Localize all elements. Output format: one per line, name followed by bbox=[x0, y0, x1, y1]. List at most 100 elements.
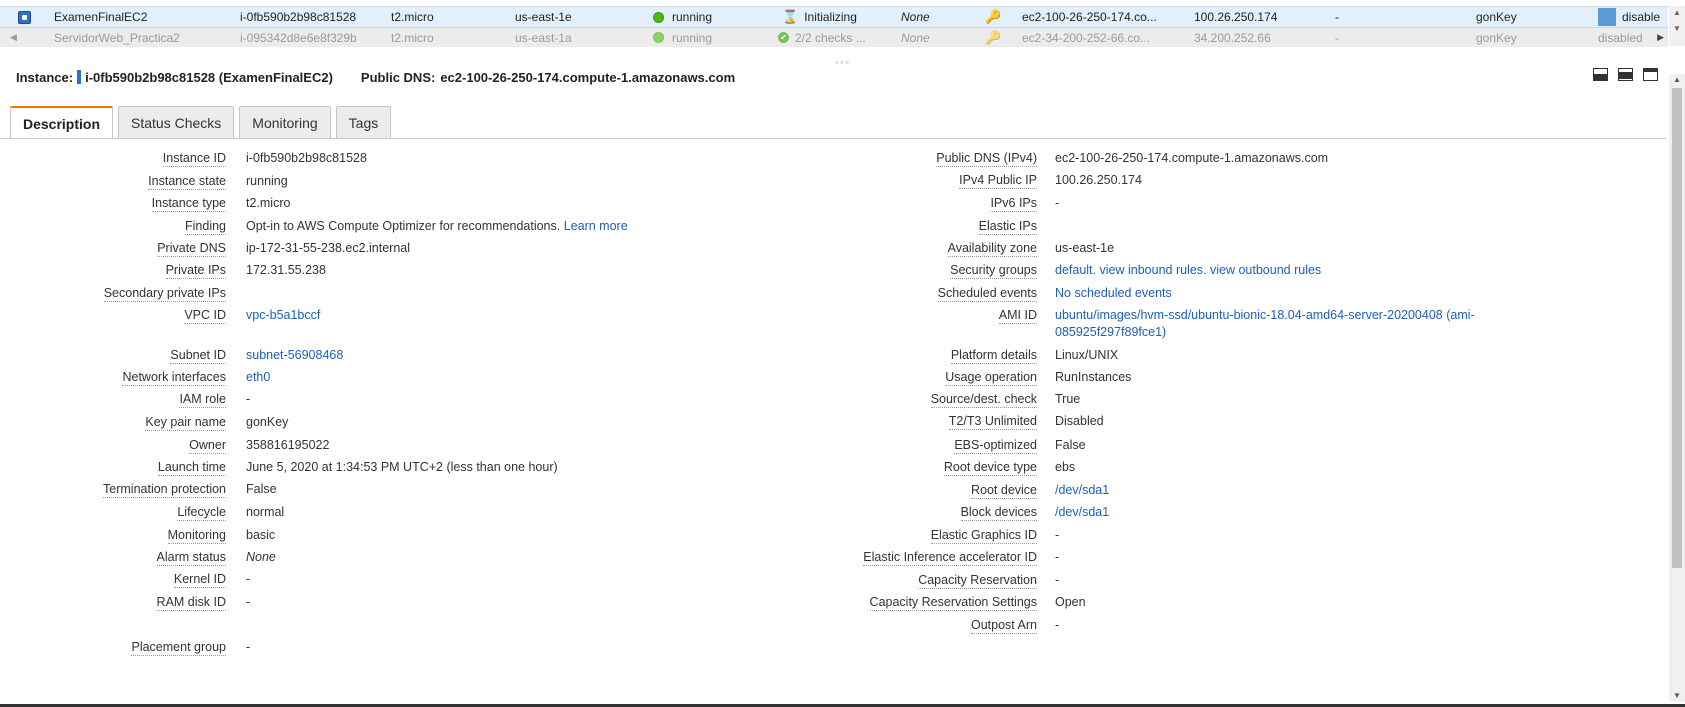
row-checkbox[interactable] bbox=[18, 7, 31, 27]
detail-label: Availability zone bbox=[947, 241, 1037, 257]
status-checks-label: Initializing bbox=[804, 10, 857, 24]
detail-value: - bbox=[1055, 195, 1059, 212]
ipv6-ips: - bbox=[1335, 30, 1339, 45]
scroll-left-icon[interactable]: ◀ bbox=[10, 32, 17, 43]
detail-row-capacity-reservation-settings: Capacity Reservation Settings Open bbox=[0, 593, 1660, 613]
detail-row-ipv6-ips: IPv6 IPs - bbox=[0, 194, 1660, 214]
instance-id: i-0fb590b2b98c81528 bbox=[240, 10, 357, 24]
security-group-link[interactable]: default. bbox=[1055, 263, 1096, 277]
detail-label: Public DNS (IPv4) bbox=[936, 151, 1037, 167]
panel-resize-handle[interactable]: ▫▫▫ bbox=[835, 57, 851, 67]
monitoring-icon bbox=[1598, 8, 1616, 26]
security-group-link[interactable]: view inbound rules. bbox=[1100, 263, 1207, 277]
key-icon: 🔑 bbox=[985, 9, 1002, 24]
running-status-icon bbox=[653, 32, 664, 43]
detail-row-scheduled-events: Scheduled events No scheduled events bbox=[0, 284, 1660, 304]
scroll-right-icon[interactable]: ▶ bbox=[1657, 32, 1664, 43]
detail-value: - bbox=[1055, 527, 1059, 544]
alarm-status: None bbox=[901, 10, 930, 24]
ipv6-ips: - bbox=[1335, 10, 1339, 24]
detail-value: - bbox=[1055, 617, 1059, 634]
scroll-up-icon[interactable]: ▲ bbox=[1673, 8, 1681, 17]
detail-label: Security groups bbox=[950, 263, 1037, 279]
detail-value: default. view inbound rules. view outbou… bbox=[1055, 262, 1321, 279]
detail-row-root-device: Root device/dev/sda1 bbox=[0, 481, 1660, 501]
panel-bottom-icon[interactable] bbox=[1593, 68, 1608, 81]
detail-row-elastic-inference-accelerator-id: Elastic Inference accelerator ID - bbox=[0, 548, 1660, 568]
instance-row[interactable]: ◀ ServidorWeb_Practica2 i-095342d8e6e8f3… bbox=[0, 28, 1668, 47]
detail-value-text: 100.26.250.174 bbox=[1055, 173, 1142, 187]
detail-label: Capacity Reservation Settings bbox=[869, 595, 1037, 611]
panel-top-icon[interactable] bbox=[1643, 68, 1658, 81]
detail-value-text: - bbox=[1055, 618, 1060, 632]
ami-id-link-cont[interactable]: 085925f297f89fce1) bbox=[1055, 325, 1166, 339]
public-dns-value: ec2-100-26-250-174.compute-1.amazonaws.c… bbox=[440, 69, 736, 85]
detail-value: False bbox=[1055, 437, 1086, 454]
tab-status-checks[interactable]: Status Checks bbox=[118, 106, 235, 138]
detail-label: Elastic Graphics ID bbox=[930, 528, 1037, 544]
detail-link[interactable]: /dev/sda1 bbox=[1055, 505, 1109, 519]
detail-value: ebs bbox=[1055, 459, 1075, 476]
scroll-up-icon[interactable]: ▲ bbox=[1673, 75, 1681, 84]
scroll-down-icon[interactable]: ▼ bbox=[1673, 691, 1681, 700]
detail-row-root-device-type: Root device type ebs bbox=[0, 458, 1660, 478]
detail-value-text: RunInstances bbox=[1055, 370, 1132, 384]
hourglass-icon: ⌛ bbox=[782, 9, 799, 24]
public-dns: ec2-34-200-252-66.co... bbox=[1022, 30, 1151, 45]
instance-state: running bbox=[653, 7, 712, 27]
key-icon: 🔑 bbox=[985, 29, 1002, 45]
running-status-icon bbox=[653, 11, 664, 23]
detail-row-platform-details: Platform details Linux/UNIX bbox=[0, 346, 1660, 366]
status-checks: ✔ 2/2 checks ... bbox=[778, 28, 866, 47]
detail-link[interactable]: /dev/sda1 bbox=[1055, 483, 1109, 497]
tab-monitoring[interactable]: Monitoring bbox=[239, 106, 331, 138]
alarm-status: None bbox=[901, 30, 930, 45]
detail-value-text: - bbox=[1055, 196, 1060, 210]
detail-label: Elastic Inference accelerator ID bbox=[863, 550, 1037, 566]
detail-tabs: Description Status Checks Monitoring Tag… bbox=[10, 106, 392, 139]
detail-value-text: - bbox=[1055, 573, 1060, 587]
detail-label: Outpost Arn bbox=[970, 618, 1037, 634]
detail-row-placement-group: Placement group - bbox=[0, 638, 1660, 658]
public-dns-label: Public DNS: bbox=[360, 69, 436, 85]
detail-value: Linux/UNIX bbox=[1055, 347, 1118, 364]
detail-label: Source/dest. check bbox=[930, 392, 1037, 408]
checkmark-icon: ✔ bbox=[778, 32, 789, 43]
detail-value-text: False bbox=[1055, 438, 1086, 452]
detail-value: us-east-1e bbox=[1055, 240, 1114, 257]
detail-label: Placement group bbox=[131, 640, 226, 656]
instance-state-label: running bbox=[672, 10, 713, 24]
instance-row-selected[interactable]: ExamenFinalEC2 i-0fb590b2b98c81528 t2.mi… bbox=[0, 6, 1668, 28]
detail-row-block-devices: Block devices/dev/sda1 bbox=[0, 503, 1660, 523]
detail-value: - bbox=[246, 639, 250, 656]
list-scrollbar[interactable]: ▲ ▼ bbox=[1669, 6, 1685, 46]
detail-label: Scheduled events bbox=[937, 286, 1037, 302]
detail-value-text: Linux/UNIX bbox=[1055, 348, 1119, 362]
instance-state-label: running bbox=[672, 30, 713, 45]
detail-label: Platform details bbox=[950, 348, 1037, 364]
detail-value-text: - bbox=[1055, 550, 1060, 564]
scrollbar-thumb[interactable] bbox=[1672, 88, 1682, 568]
availability-zone: us-east-1a bbox=[515, 30, 572, 45]
detail-label: IPv4 Public IP bbox=[959, 173, 1037, 189]
availability-zone: us-east-1e bbox=[515, 10, 572, 24]
detail-scrollbar[interactable]: ▲ ▼ bbox=[1669, 74, 1685, 702]
tab-description[interactable]: Description bbox=[10, 106, 114, 139]
security-group-link[interactable]: view outbound rules bbox=[1210, 263, 1321, 277]
panel-split-icon[interactable] bbox=[1618, 68, 1633, 81]
monitoring: disable bbox=[1598, 7, 1660, 27]
detail-row-capacity-reservation: Capacity Reservation - bbox=[0, 571, 1660, 591]
detail-value: ubuntu/images/hvm-ssd/ubuntu-bionic-18.0… bbox=[1055, 307, 1475, 341]
ami-id-link[interactable]: ubuntu/images/hvm-ssd/ubuntu-bionic-18.0… bbox=[1055, 308, 1475, 322]
detail-link[interactable]: No scheduled events bbox=[1055, 286, 1172, 300]
detail-value: True bbox=[1055, 391, 1080, 408]
detail-label: Elastic IPs bbox=[978, 219, 1037, 235]
detail-value-text: - bbox=[246, 640, 251, 654]
detail-value: No scheduled events bbox=[1055, 285, 1172, 302]
detail-row-outpost-arn: Outpost Arn - bbox=[0, 616, 1660, 636]
instance-type: t2.micro bbox=[391, 10, 434, 24]
key-name: gonKey bbox=[1476, 10, 1517, 24]
scroll-down-icon[interactable]: ▼ bbox=[1673, 24, 1681, 33]
tab-tags[interactable]: Tags bbox=[335, 106, 392, 138]
status-checks-label: 2/2 checks ... bbox=[795, 30, 866, 45]
